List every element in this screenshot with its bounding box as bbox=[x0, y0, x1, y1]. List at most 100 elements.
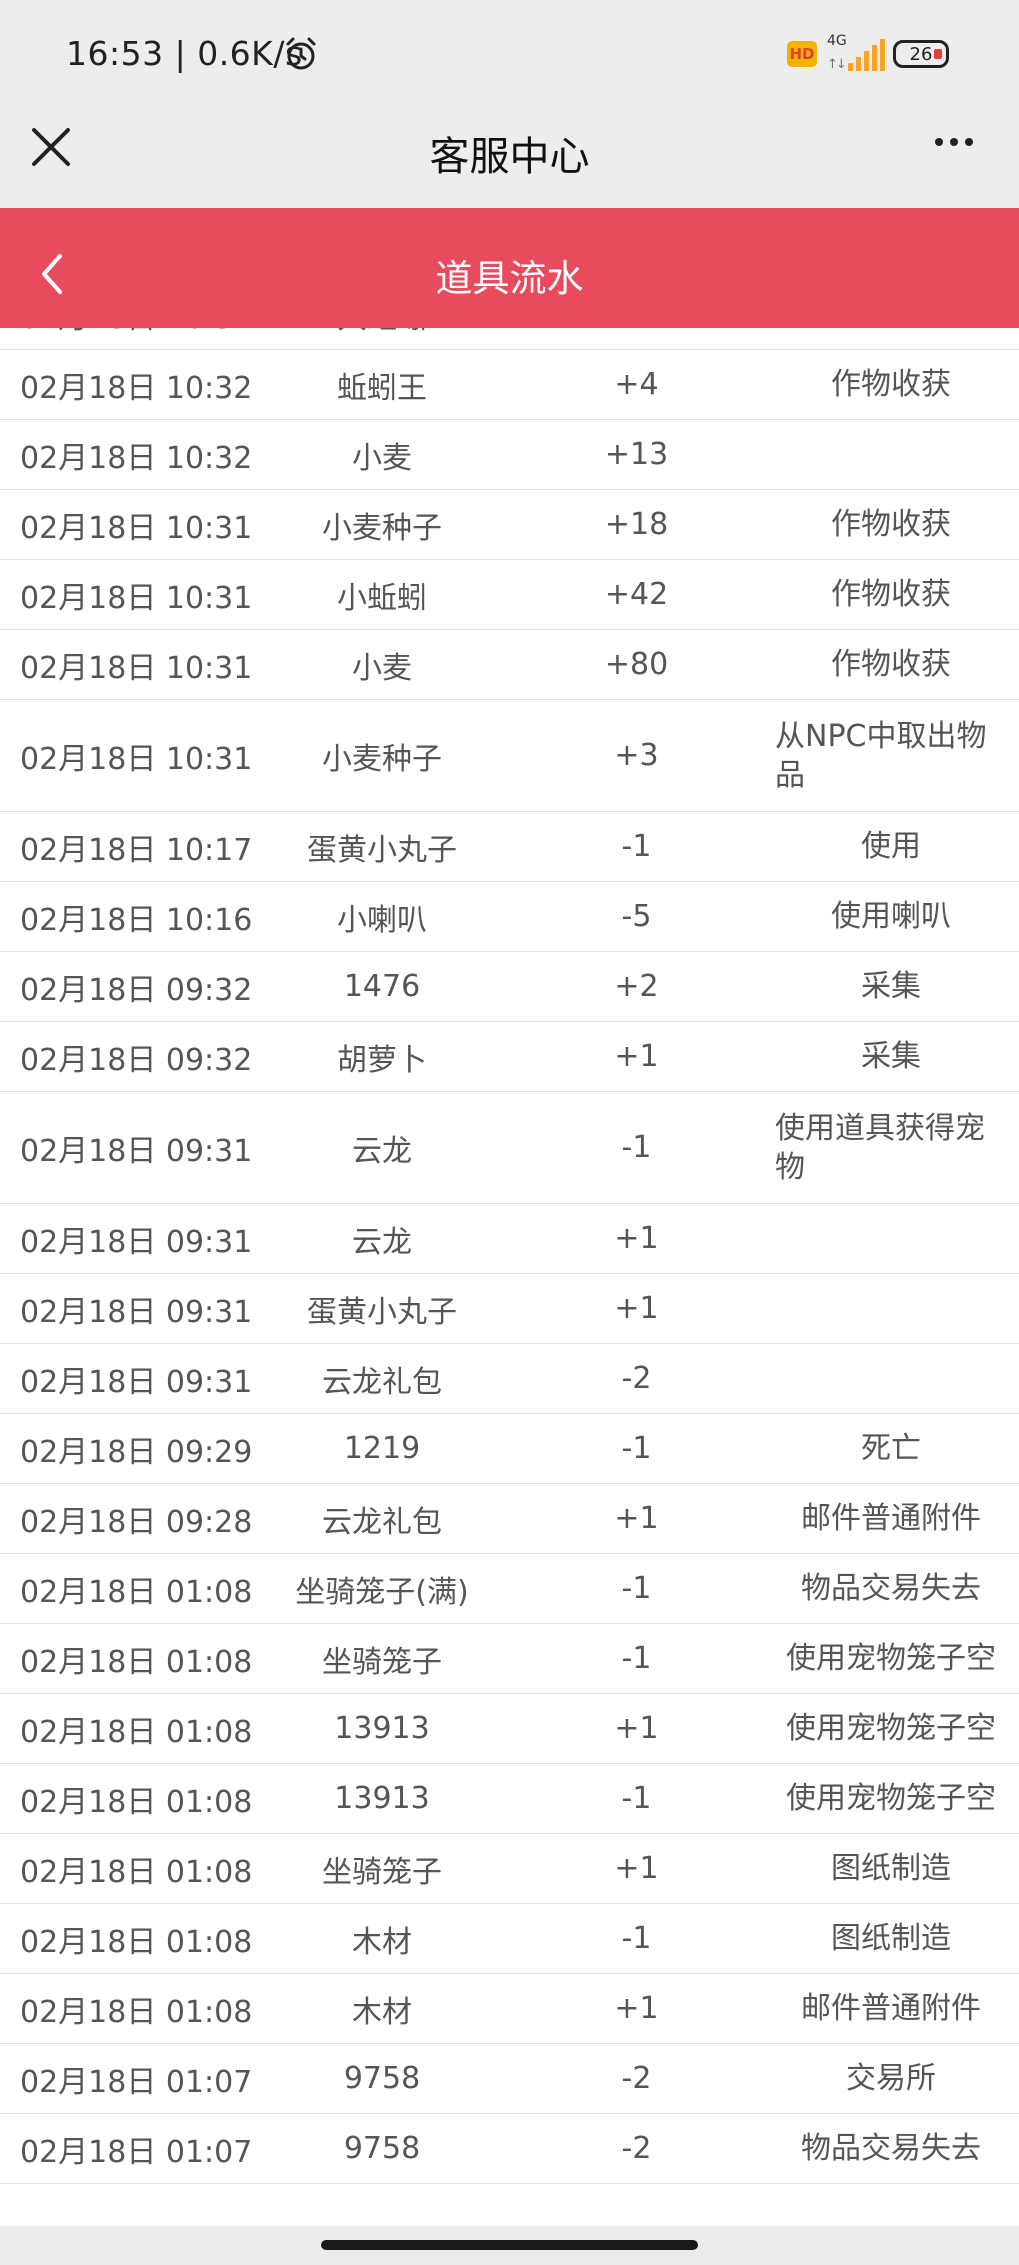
more-icon[interactable] bbox=[935, 138, 973, 146]
record-row: 02月18日 09:28 云龙礼包 +1 邮件普通附件 bbox=[0, 1484, 1019, 1554]
record-qty: +4 bbox=[614, 367, 659, 402]
record-reason: 作物收获 bbox=[831, 647, 951, 682]
record-item: 小麦种子 bbox=[322, 741, 442, 777]
record-qty: -5 bbox=[621, 899, 652, 934]
record-row: 02月18日 09:31 云龙礼包 -2 bbox=[0, 1344, 1019, 1414]
record-qty: -1 bbox=[621, 1130, 652, 1165]
record-time: 02月18日 10:31 bbox=[20, 510, 253, 546]
record-item: 蛋黄小丸子 bbox=[307, 832, 457, 868]
record-row: 02月18日 01:07 9758 -2 物品交易失去 bbox=[0, 2114, 1019, 2184]
record-qty: -1 bbox=[621, 1781, 652, 1816]
record-item: 木材 bbox=[352, 1994, 412, 2030]
record-qty: +1 bbox=[614, 1711, 659, 1746]
record-item: 9758 bbox=[343, 2061, 421, 2096]
home-indicator[interactable] bbox=[321, 2240, 698, 2250]
record-row: 02月18日 10:32大蚯蚓+16作物收获 bbox=[0, 328, 1019, 350]
record-qty: +3 bbox=[614, 738, 659, 773]
record-row: 02月18日 09:32 胡萝卜 +1 采集 bbox=[0, 1022, 1019, 1092]
signal-bars bbox=[848, 39, 885, 71]
record-item: 小喇叭 bbox=[337, 902, 427, 938]
page-title: 客服中心 bbox=[429, 134, 590, 180]
record-reason: 从NPC中取出物品 bbox=[775, 718, 987, 793]
record-item: 小蚯蚓 bbox=[337, 580, 427, 616]
record-time: 02月18日 10:32 bbox=[20, 370, 253, 406]
record-row: 02月18日 10:16 小喇叭 -5 使用喇叭 bbox=[0, 882, 1019, 952]
record-row: 02月18日 01:08 木材 +1 邮件普通附件 bbox=[0, 1974, 1019, 2044]
record-time: 02月18日 09:31 bbox=[20, 1294, 253, 1330]
record-time: 02月18日 01:07 bbox=[20, 2064, 253, 2100]
record-qty: -1 bbox=[621, 1641, 652, 1676]
record-item: 木材 bbox=[352, 1924, 412, 1960]
record-row: 02月18日 01:08 木材 -1 图纸制造 bbox=[0, 1904, 1019, 1974]
record-qty: +2 bbox=[614, 969, 659, 1004]
record-time: 02月18日 10:31 bbox=[20, 580, 253, 616]
record-reason: 作物收获 bbox=[831, 577, 951, 612]
data-arrows: ↑↓ bbox=[827, 57, 847, 72]
record-reason: 作物收获 bbox=[831, 367, 951, 402]
signal-icon: 4G ↑↓ bbox=[825, 33, 885, 73]
record-row: 02月18日 10:31 小麦种子 +18 作物收获 bbox=[0, 490, 1019, 560]
record-reason: 图纸制造 bbox=[831, 1851, 951, 1886]
record-item: 蛋黄小丸子 bbox=[307, 1294, 457, 1330]
record-time: 02月18日 01:08 bbox=[20, 1574, 253, 1610]
network-type: 4G bbox=[827, 33, 847, 49]
status-bar: 16:53 | 0.6K/s HD 4G ↑↓ 26 bbox=[0, 0, 1019, 110]
record-item: 胡萝卜 bbox=[337, 1042, 427, 1078]
record-time: 02月18日 01:08 bbox=[20, 1644, 253, 1680]
record-time: 02月18日 10:31 bbox=[20, 741, 253, 777]
gesture-bar bbox=[0, 2226, 1019, 2265]
record-time: 02月18日 10:17 bbox=[20, 832, 253, 868]
record-time: 02月18日 10:31 bbox=[20, 650, 253, 686]
record-time: 02月18日 01:08 bbox=[20, 1854, 253, 1890]
record-reason: 使用 bbox=[861, 829, 921, 864]
record-qty: +80 bbox=[604, 647, 669, 682]
record-item: 坐骑笼子 bbox=[322, 1644, 442, 1680]
record-qty: +1 bbox=[614, 1291, 659, 1326]
record-time: 02月18日 09:28 bbox=[20, 1504, 253, 1540]
record-qty: +1 bbox=[614, 1991, 659, 2026]
record-row: 02月18日 01:08 坐骑笼子 +1 图纸制造 bbox=[0, 1834, 1019, 1904]
record-item: 坐骑笼子(满) bbox=[295, 1574, 469, 1610]
record-reason: 使用道具获得宠物 bbox=[775, 1110, 985, 1185]
record-reason: 邮件普通附件 bbox=[801, 1991, 981, 2026]
record-reason: 邮件普通附件 bbox=[801, 1501, 981, 1536]
status-time: 16:53 | 0.6K/s bbox=[66, 34, 303, 73]
record-list[interactable]: 02月18日 10:32大蚯蚓+16作物收获02月18日 10:32蚯蚓王+4作… bbox=[0, 328, 1019, 2226]
record-time: 02月18日 10:16 bbox=[20, 902, 253, 938]
record-reason: 物品交易失去 bbox=[801, 1571, 981, 1606]
record-item: 大蚯蚓 bbox=[254, 328, 510, 337]
record-time: 02月18日 01:08 bbox=[20, 1714, 253, 1750]
record-time: 02月18日 01:08 bbox=[20, 1924, 253, 1960]
record-item: 13913 bbox=[334, 1781, 430, 1816]
record-time: 02月18日 01:07 bbox=[20, 2134, 253, 2170]
record-reason: 使用宠物笼子空 bbox=[786, 1711, 996, 1746]
record-row: 02月18日 09:31 蛋黄小丸子 +1 bbox=[0, 1274, 1019, 1344]
record-item: 13913 bbox=[334, 1711, 430, 1746]
alarm-icon bbox=[286, 37, 316, 70]
record-item: 小麦 bbox=[352, 650, 412, 686]
record-qty: -2 bbox=[621, 2061, 652, 2096]
record-time: 02月18日 09:32 bbox=[20, 1042, 253, 1078]
record-reason: 作物收获 bbox=[763, 328, 1019, 334]
status-icons: HD 4G ↑↓ 26 bbox=[787, 33, 949, 74]
battery-icon: 26 bbox=[893, 40, 949, 68]
hd-icon: HD bbox=[787, 41, 817, 67]
record-item: 云龙礼包 bbox=[322, 1504, 442, 1540]
record-row: 02月18日 01:08 坐骑笼子 -1 使用宠物笼子空 bbox=[0, 1624, 1019, 1694]
record-row: 02月18日 09:32 1476 +2 采集 bbox=[0, 952, 1019, 1022]
record-row: 02月18日 09:31 云龙 -1 使用道具获得宠物 bbox=[0, 1092, 1019, 1204]
record-reason: 采集 bbox=[861, 1039, 921, 1074]
record-qty: +1 bbox=[614, 1221, 659, 1256]
record-time: 02月18日 10:32 bbox=[0, 328, 254, 337]
record-item: 云龙 bbox=[352, 1224, 412, 1260]
record-reason: 作物收获 bbox=[831, 507, 951, 542]
record-reason: 使用宠物笼子空 bbox=[786, 1641, 996, 1676]
record-item: 小麦种子 bbox=[322, 510, 442, 546]
record-time: 02月18日 09:29 bbox=[20, 1434, 253, 1470]
record-row: 02月18日 09:31 云龙 +1 bbox=[0, 1204, 1019, 1274]
record-qty: -2 bbox=[621, 2131, 652, 2166]
record-qty: -1 bbox=[621, 829, 652, 864]
record-qty: +1 bbox=[614, 1039, 659, 1074]
record-item: 1476 bbox=[343, 969, 421, 1004]
record-time: 02月18日 09:32 bbox=[20, 972, 253, 1008]
